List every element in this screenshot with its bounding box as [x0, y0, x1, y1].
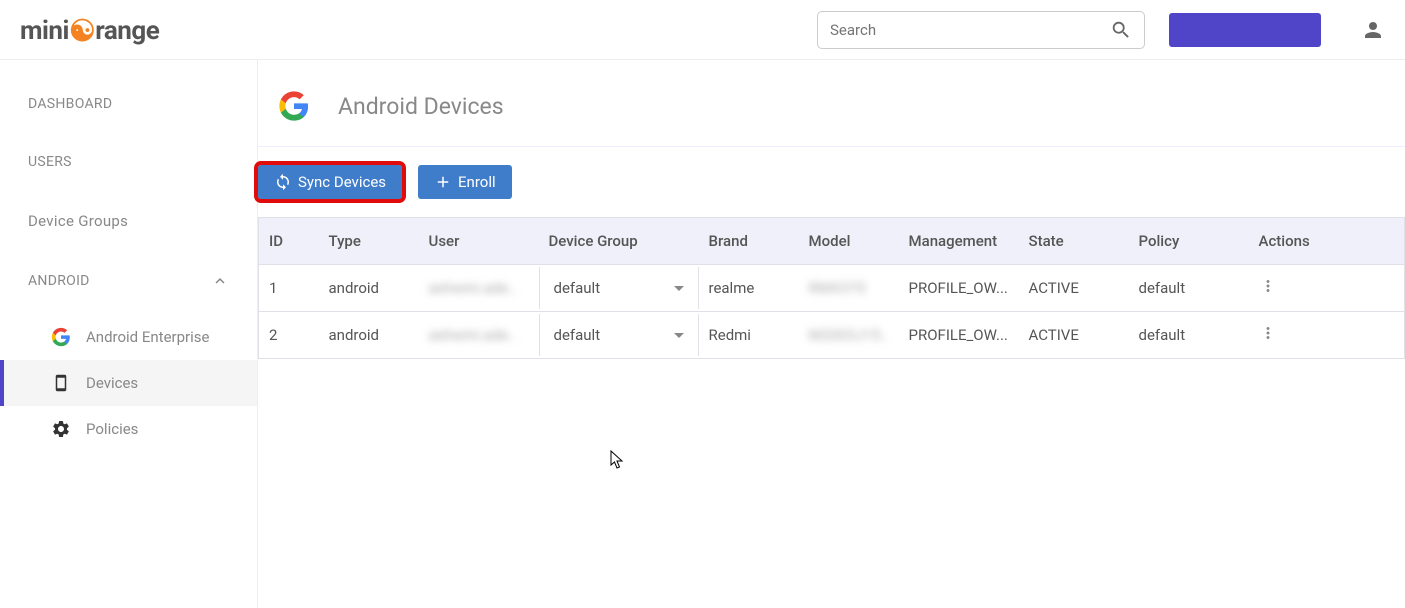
sync-icon — [274, 173, 292, 191]
user-icon[interactable] — [1361, 18, 1385, 42]
devices-table: ID Type User Device Group Brand Model Ma… — [258, 217, 1405, 359]
search-box[interactable] — [817, 11, 1145, 49]
cell-state: ACTIVE — [1019, 265, 1129, 312]
search-icon — [1110, 19, 1132, 41]
logo: mini☯range — [20, 12, 159, 47]
sidebar: DASHBOARD USERS Device Groups ANDROID An… — [0, 60, 258, 608]
th-user: User — [419, 218, 539, 265]
cell-type: android — [319, 265, 419, 312]
sidebar-item-android[interactable]: ANDROID — [0, 260, 257, 302]
cell-policy: default — [1129, 312, 1249, 359]
cell-brand: realme — [699, 265, 799, 312]
sidebar-item-devices[interactable]: Devices — [0, 360, 257, 406]
cell-id: 2 — [259, 312, 319, 359]
th-state: State — [1019, 218, 1129, 265]
table-row: 1 android ashwini.ade.. default realme R… — [259, 265, 1405, 312]
cell-type: android — [319, 312, 419, 359]
phone-icon — [50, 372, 72, 394]
th-actions: Actions — [1249, 218, 1405, 265]
gear-icon — [50, 418, 72, 440]
search-input[interactable] — [830, 21, 1110, 39]
th-id: ID — [259, 218, 319, 265]
cell-user: ashwini.ade.. — [419, 312, 539, 359]
dropdown-icon — [674, 286, 684, 291]
cell-management: PROFILE_OW... — [899, 312, 1019, 359]
device-group-select[interactable]: default — [539, 314, 699, 356]
sidebar-item-dashboard[interactable]: DASHBOARD — [0, 84, 257, 124]
cell-user: ashwini.ade.. — [419, 265, 539, 312]
th-device-group: Device Group — [539, 218, 699, 265]
chevron-up-icon — [211, 272, 229, 290]
th-brand: Brand — [699, 218, 799, 265]
cell-management: PROFILE_OW... — [899, 265, 1019, 312]
cell-brand: Redmi — [699, 312, 799, 359]
enroll-button[interactable]: Enroll — [418, 165, 512, 199]
header: mini☯range — [0, 0, 1405, 60]
sync-devices-button[interactable]: Sync Devices — [258, 165, 402, 199]
page-title: Android Devices — [338, 93, 504, 120]
plus-icon — [434, 173, 452, 191]
more-vert-icon[interactable] — [1259, 277, 1277, 295]
th-type: Type — [319, 218, 419, 265]
device-group-select[interactable]: default — [539, 267, 699, 309]
table-header-row: ID Type User Device Group Brand Model Ma… — [259, 218, 1405, 265]
cell-state: ACTIVE — [1019, 312, 1129, 359]
th-policy: Policy — [1129, 218, 1249, 265]
sidebar-item-policies[interactable]: Policies — [0, 406, 257, 452]
sidebar-item-users[interactable]: USERS — [0, 142, 257, 182]
th-management: Management — [899, 218, 1019, 265]
google-g-icon — [50, 326, 72, 348]
dropdown-icon — [674, 333, 684, 338]
google-g-icon — [278, 90, 310, 122]
cell-device-group: default — [539, 265, 699, 312]
cell-model: M2003J15.. — [799, 312, 899, 359]
page-header: Android Devices — [258, 90, 1405, 147]
cell-actions — [1249, 265, 1405, 312]
sidebar-item-android-enterprise[interactable]: Android Enterprise — [0, 314, 257, 360]
th-model: Model — [799, 218, 899, 265]
action-bar: Sync Devices Enroll — [258, 147, 1405, 217]
cell-model: RMX370 — [799, 265, 899, 312]
cell-policy: default — [1129, 265, 1249, 312]
cell-actions — [1249, 312, 1405, 359]
sidebar-item-device-groups[interactable]: Device Groups — [0, 200, 257, 242]
cell-id: 1 — [259, 265, 319, 312]
main-content: Android Devices Sync Devices Enroll ID T… — [258, 60, 1405, 608]
more-vert-icon[interactable] — [1259, 324, 1277, 342]
logo-orange-icon: ☯ — [69, 14, 95, 49]
table-row: 2 android ashwini.ade.. default Redmi M2… — [259, 312, 1405, 359]
cell-device-group: default — [539, 312, 699, 359]
header-primary-button[interactable] — [1169, 13, 1321, 47]
